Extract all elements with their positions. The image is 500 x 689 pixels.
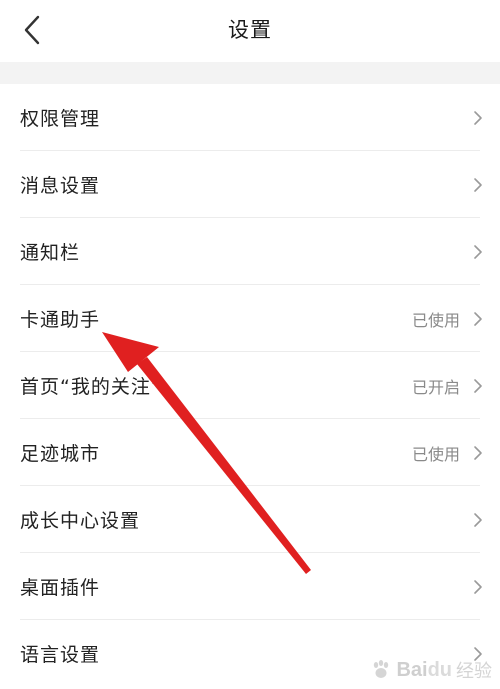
settings-item-cartoon-assistant[interactable]: 卡通助手 已使用 (0, 285, 500, 352)
settings-item-growth-center[interactable]: 成长中心设置 (0, 486, 500, 553)
settings-item-permissions[interactable]: 权限管理 (0, 84, 500, 151)
settings-item-label: 语言设置 (20, 644, 101, 666)
settings-item-label: 消息设置 (20, 175, 101, 197)
chevron-right-icon (474, 110, 482, 125)
settings-item-label: 成长中心设置 (20, 510, 141, 532)
settings-item-label: 权限管理 (20, 108, 101, 130)
page-title: 设置 (228, 18, 272, 42)
settings-item-desktop-widget[interactable]: 桌面插件 (0, 553, 500, 620)
top-bar: 设置 (0, 0, 500, 62)
settings-item-notification-bar[interactable]: 通知栏 (0, 218, 500, 285)
settings-item-home-follow[interactable]: 首页“我的关注” 已开启 (0, 352, 500, 419)
watermark-brand: Baidu (396, 658, 452, 681)
settings-item-label: 首页“我的关注” (20, 376, 162, 398)
settings-item-status: 已使用 (411, 444, 460, 464)
settings-item-label: 通知栏 (20, 242, 81, 264)
chevron-right-icon (474, 244, 482, 259)
settings-list: 权限管理 消息设置 通知栏 卡通助手 已使用 首页“我的关注” 已开启 足迹城市… (0, 84, 500, 687)
baidu-watermark: Baidu 经验 (370, 657, 492, 683)
chevron-right-icon (474, 177, 482, 192)
settings-item-label: 卡通助手 (20, 309, 101, 331)
settings-item-label: 桌面插件 (20, 577, 101, 599)
chevron-right-icon (474, 311, 482, 326)
settings-item-footprint-cities[interactable]: 足迹城市 已使用 (0, 419, 500, 486)
settings-item-label: 足迹城市 (20, 443, 101, 465)
watermark-sub: 经验 (456, 661, 492, 682)
settings-item-status: 已使用 (411, 310, 460, 330)
chevron-right-icon (474, 445, 482, 460)
settings-item-status: 已开启 (411, 377, 460, 397)
paw-icon (374, 660, 389, 678)
chevron-right-icon (474, 512, 482, 527)
settings-item-messages[interactable]: 消息设置 (0, 151, 500, 218)
section-divider (0, 62, 500, 84)
chevron-right-icon (474, 378, 482, 393)
chevron-right-icon (474, 579, 482, 594)
